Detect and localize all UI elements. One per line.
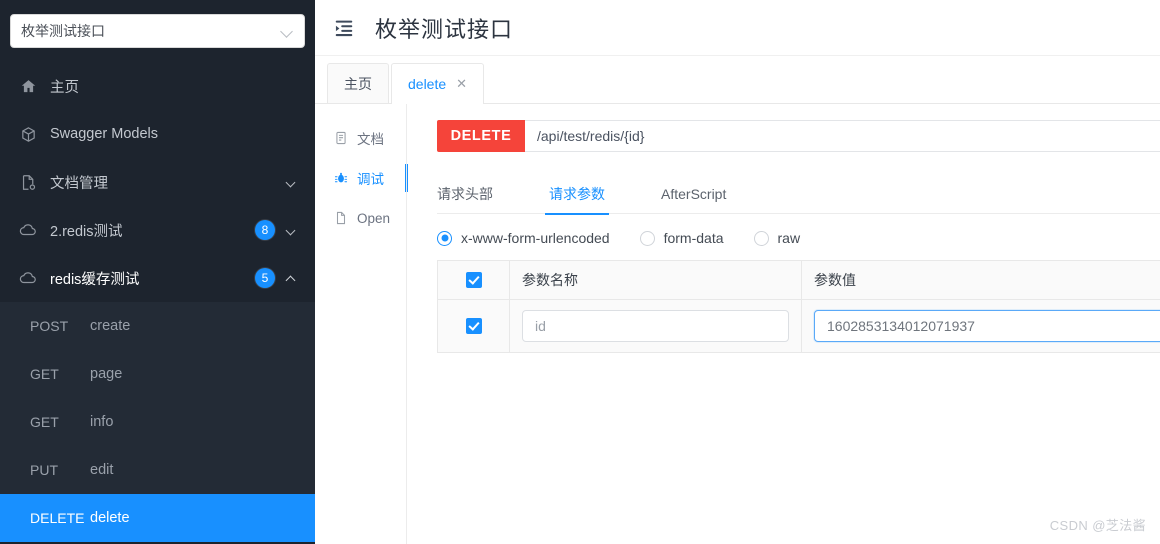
tab-label: 主页 [344, 75, 372, 92]
column-header-param-value: 参数值 [802, 261, 1160, 299]
chevron-down-icon[interactable] [285, 176, 299, 188]
radio-raw[interactable]: raw [753, 230, 801, 246]
sidebar-sub-item-page[interactable]: GET page [0, 350, 315, 398]
radio-form-data[interactable]: form-data [639, 230, 724, 246]
params-table: 参数名称 参数值 id 1602853134012071937 [437, 260, 1160, 353]
vnav-item-open[interactable]: Open [315, 198, 407, 238]
url-input[interactable]: /api/test/redis/{id} [525, 120, 1160, 152]
sidebar: 枚举测试接口 主页 Swagger Models 文档管理 2.redis测试 … [0, 0, 315, 544]
checkbox-checked-icon[interactable] [465, 272, 482, 288]
cube-icon [18, 124, 38, 144]
chevron-up-icon[interactable] [285, 272, 299, 284]
page-title: 枚举测试接口 [375, 16, 514, 42]
tab-home[interactable]: 主页 [327, 63, 389, 103]
http-method-label: GET [30, 414, 59, 430]
file-icon [333, 210, 349, 226]
app-root: 枚举测试接口 主页 Swagger Models 文档管理 2.redis测试 … [0, 0, 1160, 544]
vnav-item-label: 文档 [357, 132, 384, 147]
table-header-row: 参数名称 参数值 [438, 261, 1160, 300]
vnav-item-debug[interactable]: 调试 [315, 158, 408, 198]
project-select[interactable]: 枚举测试接口 [10, 14, 305, 48]
tab-delete[interactable]: delete ✕ [391, 63, 485, 104]
table-row: id 1602853134012071937 [438, 300, 1160, 352]
body-area: 文档 调试 Open DELETE /api/test/redis/{id} 请… [315, 104, 1160, 544]
sidebar-sub-item-delete[interactable]: DELETE delete [0, 494, 315, 542]
radio-unselected-icon [639, 230, 655, 246]
tab-label: delete [408, 75, 447, 92]
close-icon[interactable]: ✕ [456, 77, 467, 90]
home-icon [18, 76, 38, 96]
vertical-nav: 文档 调试 Open [315, 104, 408, 544]
tab-request-headers[interactable]: 请求头部 [437, 174, 493, 214]
bug-icon [333, 170, 349, 186]
radio-label: form-data [663, 230, 724, 246]
body-type-radio-group: x-www-form-urlencoded form-data raw [437, 230, 1160, 246]
watermark: CSDN @芝法酱 [1049, 518, 1146, 533]
sidebar-item-redis-test-2[interactable]: 2.redis测试 8 [0, 206, 315, 254]
radio-selected-icon [437, 230, 452, 246]
select-all-cell[interactable] [438, 261, 510, 299]
sidebar-item-doc-manage[interactable]: 文档管理 [0, 158, 315, 206]
request-sub-tabs: 请求头部 请求参数 AfterScript [437, 174, 1160, 215]
tab-after-script[interactable]: AfterScript [661, 174, 726, 214]
sidebar-item-label: 主页 [50, 79, 79, 96]
sidebar-sub-item-create[interactable]: POST create [0, 302, 315, 350]
checkbox-checked-icon[interactable] [465, 318, 482, 334]
param-name-cell: id [510, 300, 802, 352]
sidebar-item-label: Swagger Models [50, 126, 158, 142]
document-settings-icon [18, 172, 38, 192]
radio-label: x-www-form-urlencoded [461, 230, 610, 246]
http-method-label: GET [30, 366, 59, 382]
url-row: DELETE /api/test/redis/{id} [437, 120, 1160, 152]
radio-label: raw [777, 230, 801, 246]
http-method-label: DELETE [30, 510, 85, 526]
tab-label: AfterScript [661, 185, 727, 202]
sidebar-item-label: redis缓存测试 [50, 271, 140, 288]
menu-fold-icon[interactable] [333, 17, 355, 39]
radio-x-www-form-urlencoded[interactable]: x-www-form-urlencoded [437, 230, 610, 246]
http-method-label: PUT [30, 462, 58, 478]
param-name-input[interactable]: id [522, 310, 789, 342]
column-header-param-name: 参数名称 [510, 261, 802, 299]
http-method-label: POST [30, 318, 69, 334]
param-value-input[interactable]: 1602853134012071937 [814, 310, 1160, 342]
row-select-cell[interactable] [438, 300, 510, 352]
chevron-down-icon [280, 24, 294, 38]
method-badge: DELETE [437, 120, 525, 152]
sidebar-item-label: 2.redis测试 [50, 223, 123, 240]
vnav-item-label: 调试 [357, 172, 384, 187]
vnav-item-label: Open [357, 210, 391, 226]
cloud-icon [18, 220, 38, 240]
chevron-down-icon[interactable] [285, 224, 299, 236]
sidebar-item-badge: 5 [255, 268, 275, 288]
tab-request-params[interactable]: 请求参数 [545, 174, 609, 215]
sidebar-sub-item-label: create [90, 318, 131, 334]
tab-label: 请求头部 [437, 185, 493, 202]
tab-label: 请求参数 [549, 185, 605, 202]
sidebar-sub-item-label: edit [90, 462, 114, 478]
vnav-item-doc[interactable]: 文档 [315, 118, 407, 158]
file-text-icon [333, 130, 349, 146]
radio-unselected-icon [753, 230, 769, 246]
sidebar-item-redis-cache-test[interactable]: redis缓存测试 5 [0, 254, 315, 302]
cloud-icon [18, 268, 38, 288]
sidebar-item-badge: 8 [255, 220, 275, 240]
sidebar-item-swagger-models[interactable]: Swagger Models [0, 110, 315, 158]
sidebar-item-label: 文档管理 [50, 175, 108, 192]
sidebar-sub-item-label: info [90, 414, 114, 430]
main-panel: 枚举测试接口 主页 delete ✕ 文档 调试 Open DELETE /ap… [315, 0, 1160, 544]
sidebar-item-home[interactable]: 主页 [0, 62, 315, 110]
request-content: DELETE /api/test/redis/{id} 请求头部 请求参数 Af… [407, 104, 1160, 544]
project-select-value: 枚举测试接口 [21, 23, 105, 39]
param-value-cell: 1602853134012071937 [802, 300, 1160, 352]
sidebar-sub-item-label: delete [90, 510, 130, 526]
sidebar-nav: 主页 Swagger Models 文档管理 2.redis测试 8 redis… [0, 62, 315, 542]
sidebar-sub-item-label: page [90, 366, 123, 382]
sidebar-sub-item-info[interactable]: GET info [0, 398, 315, 446]
top-bar: 枚举测试接口 [315, 0, 1160, 56]
tab-bar: 主页 delete ✕ [315, 56, 1160, 104]
sidebar-sub-item-edit[interactable]: PUT edit [0, 446, 315, 494]
sidebar-sub-list: POST create GET page GET info PUT edit D… [0, 302, 315, 542]
